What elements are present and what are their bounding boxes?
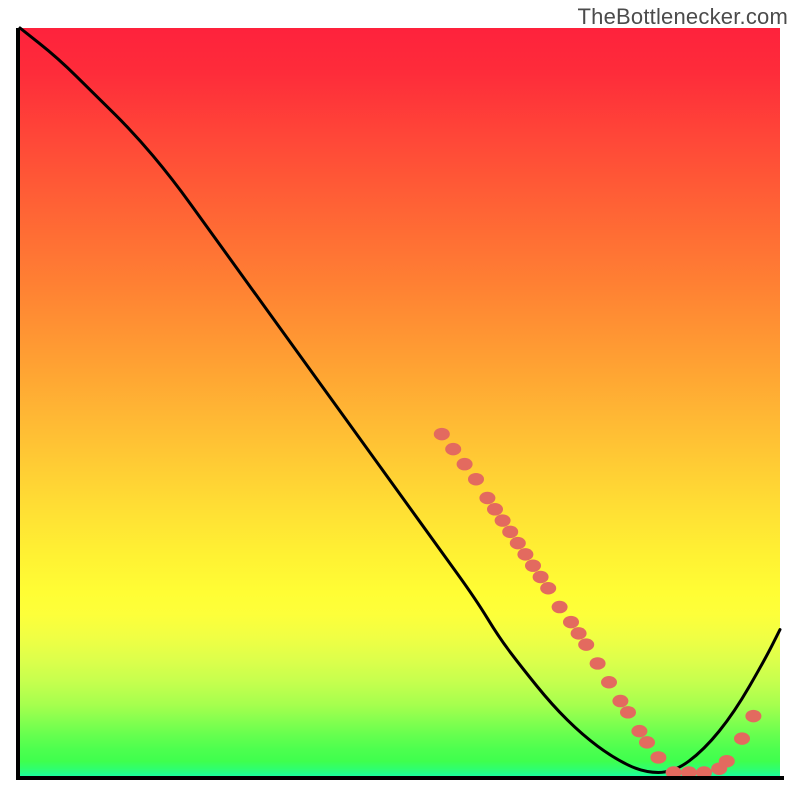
data-point [540, 582, 556, 594]
data-point [734, 732, 750, 744]
marker-group [434, 428, 762, 779]
data-point [487, 503, 503, 515]
data-point [578, 638, 594, 650]
data-point [590, 657, 606, 669]
data-point [525, 559, 541, 571]
data-point [510, 537, 526, 549]
x-axis [16, 776, 784, 780]
data-point [479, 492, 495, 504]
data-point [495, 514, 511, 526]
data-point [445, 443, 461, 455]
data-point [563, 616, 579, 628]
chart-container: { "watermark": "TheBottlenecker.com", "c… [0, 0, 800, 800]
data-point [650, 751, 666, 763]
data-point [434, 428, 450, 440]
data-point [639, 736, 655, 748]
data-point [502, 526, 518, 538]
data-point [571, 627, 587, 639]
data-point [612, 695, 628, 707]
y-axis [16, 28, 20, 780]
curve-line [20, 28, 780, 772]
bottleneck-curve-path [20, 28, 780, 772]
data-point [533, 571, 549, 583]
data-point [517, 548, 533, 560]
data-point [620, 706, 636, 718]
data-point [631, 725, 647, 737]
data-point [552, 601, 568, 613]
data-point [468, 473, 484, 485]
data-point [601, 676, 617, 688]
data-point [719, 755, 735, 767]
watermark-text: TheBottlenecker.com [578, 4, 788, 30]
chart-svg [20, 28, 780, 780]
data-point [745, 710, 761, 722]
data-point [457, 458, 473, 470]
